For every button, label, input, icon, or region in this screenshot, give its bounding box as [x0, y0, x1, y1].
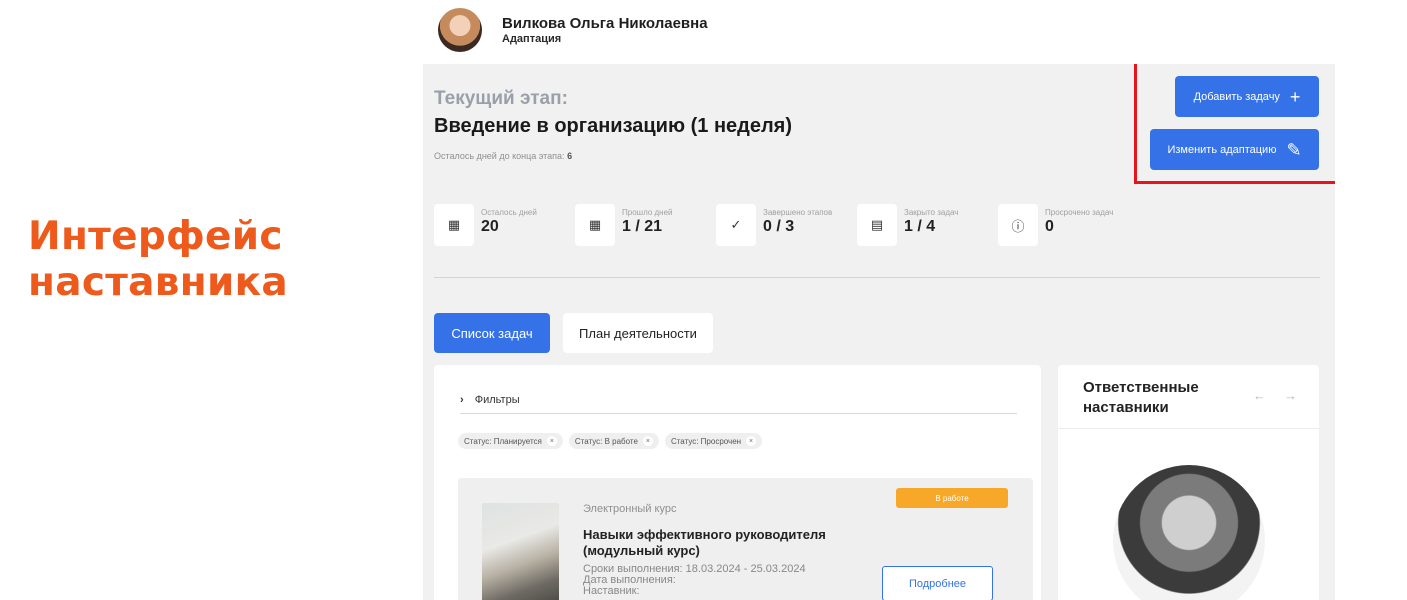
- add-task-label: Добавить задачу: [1193, 90, 1280, 103]
- filter-chip-label: Статус: Просрочен: [670, 436, 742, 446]
- caption-line-1: Интерфейс: [28, 214, 283, 259]
- task-item: Электронный курс Навыки эффективного рук…: [458, 478, 1033, 600]
- plus-icon: +: [1289, 86, 1301, 107]
- arrow-right-icon[interactable]: →: [1284, 388, 1297, 403]
- days-left-label: Осталось дней до конца этапа:: [434, 151, 565, 161]
- stat-label: Закрыто задач: [904, 208, 959, 217]
- edit-icon: ✎: [1286, 139, 1302, 160]
- details-button[interactable]: Подробнее: [882, 566, 993, 600]
- stat-label: Просрочено задач: [1045, 208, 1114, 217]
- divider: [1058, 428, 1319, 429]
- days-left-value: 6: [567, 151, 573, 161]
- user-header: Вилкова Ольга Николаевна Адаптация: [438, 6, 708, 54]
- task-icon: ▤: [857, 204, 897, 246]
- stat-value: 1 / 4: [904, 218, 936, 235]
- stat-value: 20: [481, 218, 499, 235]
- tabs: Список задач План деятельности: [434, 313, 713, 353]
- filter-chip[interactable]: Статус: В работе ×: [568, 433, 659, 449]
- chevron-right-icon: ›: [460, 394, 464, 406]
- stat-value: 1 / 21: [622, 218, 663, 235]
- filters-toggle[interactable]: › Фильтры: [460, 394, 1017, 414]
- stage-label: Текущий этап:: [434, 88, 568, 109]
- task-title: Навыки эффективного руководителя (модуль…: [583, 527, 826, 558]
- stat-stages-done: ✓ Завершено этапов 0 / 3: [716, 204, 857, 246]
- filter-chip[interactable]: Статус: Просрочен ×: [664, 433, 763, 449]
- close-icon[interactable]: ×: [746, 436, 757, 446]
- stat-value: 0: [1045, 218, 1054, 235]
- tab-activity-plan[interactable]: План деятельности: [563, 313, 713, 353]
- stat-tasks-closed: ▤ Закрыто задач 1 / 4: [857, 204, 998, 246]
- filter-chip-label: Статус: В работе: [574, 436, 638, 446]
- stat-label: Завершено этапов: [763, 208, 833, 217]
- task-thumbnail: [482, 503, 559, 600]
- stat-value: 0 / 3: [763, 218, 795, 235]
- add-task-button[interactable]: Добавить задачу +: [1175, 76, 1319, 117]
- mentors-nav: ← →: [1253, 388, 1297, 403]
- stat-days-left: ▦ Осталось дней 20: [434, 204, 575, 246]
- filters-label: Фильтры: [474, 394, 520, 406]
- filter-chip-label: Статус: Планируется: [464, 436, 542, 446]
- mentors-card: Ответственные наставники ← →: [1058, 365, 1319, 600]
- tasks-card: › Фильтры Статус: Планируется × Статус: …: [434, 365, 1041, 600]
- check-circle-icon: ✓: [716, 204, 756, 246]
- change-adaptation-label: Изменить адаптацию: [1167, 143, 1277, 156]
- status-badge: В работе: [896, 488, 1008, 508]
- task-meta: Сроки выполнения: 18.03.2024 - 25.03.202…: [583, 564, 806, 597]
- close-icon[interactable]: ×: [546, 436, 557, 446]
- stat-days-passed: ▦ Прошло дней 1 / 21: [575, 204, 716, 246]
- task-mentor: Наставник:: [583, 585, 640, 597]
- filter-chips: Статус: Планируется × Статус: В работе ×…: [458, 433, 763, 449]
- change-adaptation-button[interactable]: Изменить адаптацию ✎: [1150, 129, 1319, 170]
- user-name: Вилкова Ольга Николаевна: [502, 14, 708, 32]
- days-left-text: Осталось дней до конца этапа: 6: [434, 151, 572, 161]
- stat-label: Прошло дней: [622, 208, 673, 217]
- calendar-icon: ▦: [434, 204, 474, 246]
- calendar-icon: ▦: [575, 204, 615, 246]
- filter-chip[interactable]: Статус: Планируется ×: [458, 433, 563, 449]
- user-subtitle: Адаптация: [502, 32, 562, 45]
- stat-label: Осталось дней: [481, 208, 537, 217]
- close-icon[interactable]: ×: [642, 436, 653, 446]
- avatar[interactable]: [438, 8, 482, 52]
- stats-row: ▦ Осталось дней 20 ▦ Прошло дней 1 / 21 …: [434, 204, 1139, 246]
- arrow-left-icon[interactable]: ←: [1253, 388, 1266, 403]
- caption-line-2: наставника: [28, 260, 289, 305]
- alert-icon: ⓘ: [998, 204, 1038, 246]
- caption: Интерфейс наставника: [28, 214, 288, 306]
- divider: [434, 277, 1320, 278]
- tab-task-list[interactable]: Список задач: [434, 313, 550, 353]
- mentor-avatar[interactable]: [1113, 465, 1265, 600]
- stat-tasks-overdue: ⓘ Просрочено задач 0: [998, 204, 1139, 246]
- mentors-title: Ответственные наставники: [1083, 379, 1199, 416]
- stage-title: Введение в организацию (1 неделя): [434, 115, 793, 137]
- main-panel: Текущий этап: Введение в организацию (1 …: [423, 64, 1335, 600]
- task-type: Электронный курс: [583, 503, 677, 515]
